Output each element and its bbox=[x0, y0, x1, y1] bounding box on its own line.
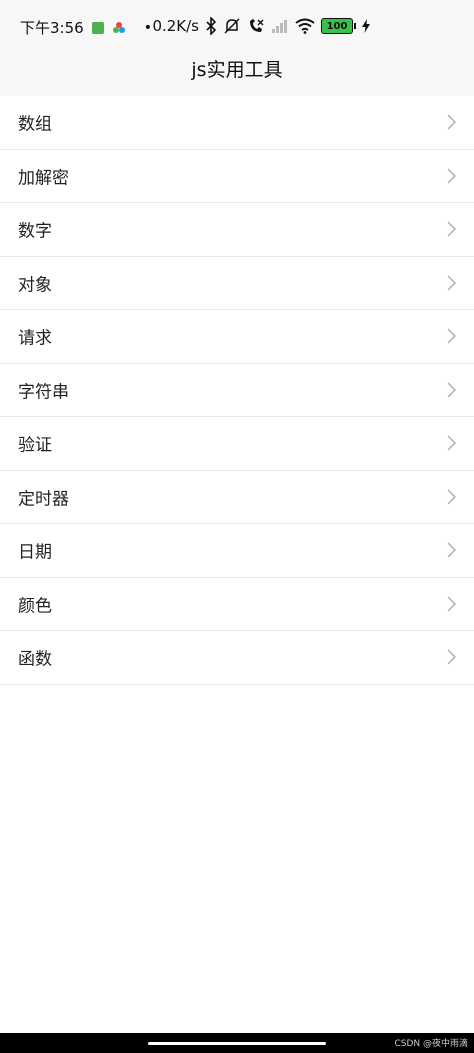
menu-item-array[interactable]: 数组 bbox=[0, 96, 474, 150]
menu-item-label: 字符串 bbox=[18, 382, 69, 403]
network-speed: 0.2K/s bbox=[152, 17, 199, 35]
menu-item-label: 对象 bbox=[18, 275, 52, 296]
status-time: 下午3:56 bbox=[20, 19, 84, 37]
menu-item-label: 日期 bbox=[18, 542, 52, 563]
status-left: 下午3:56 • bbox=[20, 17, 152, 38]
title-bar: js实用工具 bbox=[0, 52, 474, 97]
menu-item-label: 验证 bbox=[18, 435, 52, 456]
call-icon bbox=[247, 17, 265, 35]
menu-item-string[interactable]: 字符串 bbox=[0, 363, 474, 417]
menu-item-crypto[interactable]: 加解密 bbox=[0, 149, 474, 203]
status-bar: 下午3:56 • 0.2K/s 100 bbox=[0, 0, 474, 52]
menu-list: 数组 加解密 数字 对象 请求 字符串 验证 定时器 日期 颜色 函数 bbox=[0, 96, 474, 685]
menu-item-label: 函数 bbox=[18, 649, 52, 670]
menu-item-validation[interactable]: 验证 bbox=[0, 417, 474, 471]
menu-item-color[interactable]: 颜色 bbox=[0, 577, 474, 631]
battery-cap bbox=[354, 23, 356, 29]
menu-item-timer[interactable]: 定时器 bbox=[0, 470, 474, 524]
battery-level: 100 bbox=[321, 18, 353, 34]
notification-dot-icon: • bbox=[143, 19, 152, 36]
menu-item-label: 加解密 bbox=[18, 168, 69, 189]
menu-item-label: 定时器 bbox=[18, 489, 69, 510]
chevron-right-icon bbox=[447, 114, 456, 130]
chevron-right-icon bbox=[447, 596, 456, 612]
navigation-bar: CSDN @夜中雨滴 bbox=[0, 1033, 474, 1053]
bluetooth-icon bbox=[205, 17, 217, 35]
charging-icon bbox=[362, 19, 370, 33]
app-icon bbox=[112, 21, 126, 35]
watermark: CSDN @夜中雨滴 bbox=[394, 1039, 468, 1049]
chevron-right-icon bbox=[447, 275, 456, 291]
menu-item-number[interactable]: 数字 bbox=[0, 203, 474, 257]
chevron-right-icon bbox=[447, 435, 456, 451]
status-right: 0.2K/s 100 bbox=[152, 17, 370, 35]
battery-icon: 100 bbox=[321, 18, 356, 34]
chevron-right-icon bbox=[447, 649, 456, 665]
menu-item-request[interactable]: 请求 bbox=[0, 310, 474, 364]
menu-item-label: 颜色 bbox=[18, 596, 52, 617]
chevron-right-icon bbox=[447, 382, 456, 398]
signal-icon bbox=[271, 19, 289, 33]
wifi-icon bbox=[295, 18, 315, 34]
home-gesture-handle[interactable] bbox=[148, 1042, 326, 1045]
menu-item-label: 请求 bbox=[18, 328, 52, 349]
menu-item-object[interactable]: 对象 bbox=[0, 256, 474, 310]
menu-item-function[interactable]: 函数 bbox=[0, 631, 474, 685]
gallery-icon bbox=[91, 21, 104, 34]
menu-item-label: 数字 bbox=[18, 221, 52, 242]
chevron-right-icon bbox=[447, 221, 456, 237]
chevron-right-icon bbox=[447, 328, 456, 344]
chevron-right-icon bbox=[447, 168, 456, 184]
menu-item-label: 数组 bbox=[18, 114, 52, 135]
chevron-right-icon bbox=[447, 489, 456, 505]
chevron-right-icon bbox=[447, 542, 456, 558]
menu-item-date[interactable]: 日期 bbox=[0, 524, 474, 578]
mute-icon bbox=[223, 17, 241, 35]
page-title: js实用工具 bbox=[191, 59, 283, 81]
